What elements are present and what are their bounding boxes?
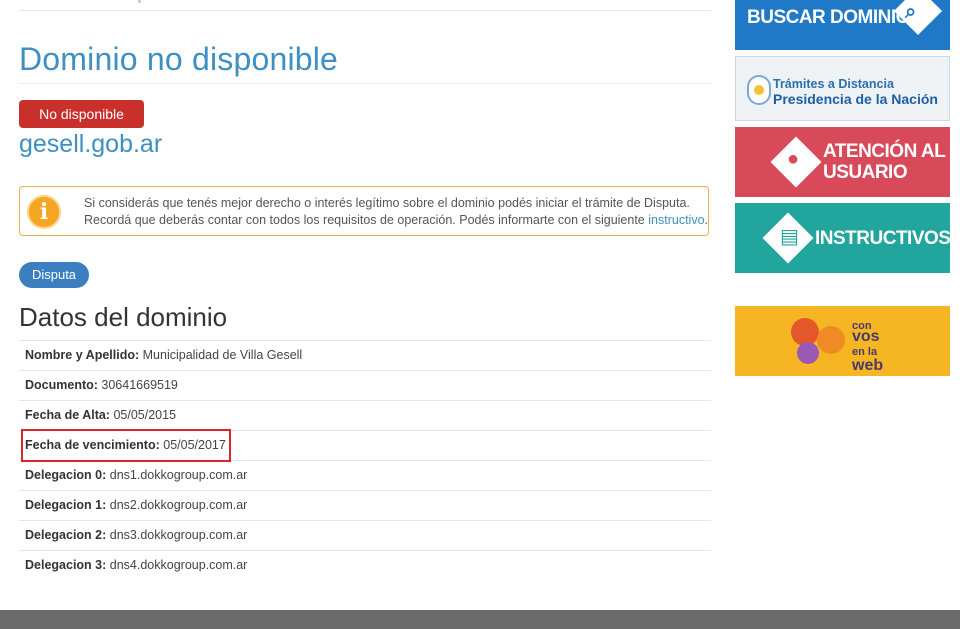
status-badge: No disponible <box>19 100 144 128</box>
buscar-dominios-banner[interactable]: BUSCAR DOMINIOS ⌕ <box>735 0 950 50</box>
table-row: Delegacion 3: dns4.dokkogroup.com.ar <box>19 550 711 580</box>
atencion-line-2: USUARIO <box>823 162 908 183</box>
page-title: Dominio no disponible <box>19 41 339 77</box>
document-icon: ▤ <box>780 226 799 248</box>
atencion-line-1: ATENCIÓN AL <box>823 141 946 162</box>
table-row: Delegacion 2: dns3.dokkogroup.com.ar <box>19 520 711 550</box>
table-row: Documento: 30641669519 <box>19 370 711 400</box>
title-divider <box>19 83 711 84</box>
table-row: Nombre y Apellido: Municipalidad de Vill… <box>19 340 711 370</box>
info-icon: i <box>27 195 61 229</box>
convos-logo-text-main: vos en la web <box>852 328 884 374</box>
tramites-line-2: Presidencia de la Nación <box>773 91 938 107</box>
alert-line-1: Si considerás que tenés mejor derecho o … <box>84 196 690 210</box>
tramites-distancia-banner[interactable]: Trámites a Distancia Presidencia de la N… <box>735 56 950 121</box>
field-label: Fecha de Alta: <box>25 408 110 422</box>
field-value: dns4.dokkogroup.com.ar <box>109 558 248 572</box>
field-label: Delegacion 2: <box>25 528 107 542</box>
footer-bar <box>0 610 960 629</box>
alert-line-2-text: Recordá que deberás contar con todos los… <box>84 213 645 227</box>
instructivos-banner[interactable]: ▤ INSTRUCTIVOS <box>735 203 951 273</box>
field-label: Delegacion 3: <box>25 558 107 572</box>
expiration-highlight-box <box>21 429 231 462</box>
dispute-button[interactable]: Disputa <box>19 262 89 288</box>
argentina-seal-icon <box>747 75 771 105</box>
field-value: 05/05/2015 <box>113 408 177 422</box>
domain-name: gesell.gob.ar <box>19 130 163 158</box>
instructivo-link[interactable]: instructivo <box>648 213 704 227</box>
instructivos-label: INSTRUCTIVOS <box>815 228 951 249</box>
diamond-shape <box>893 0 943 36</box>
tramites-line-1: Trámites a Distancia <box>773 77 894 91</box>
field-label: Nombre y Apellido: <box>25 348 140 362</box>
top-sliver <box>138 0 141 3</box>
atencion-usuario-banner[interactable]: ● ATENCIÓN AL USUARIO <box>735 127 950 197</box>
alert-line-2-suffix: . <box>704 213 709 227</box>
field-value: Municipalidad de Villa Gesell <box>142 348 303 362</box>
convos-word-web: web <box>852 357 884 374</box>
info-alert: i Si considerás que tenés mejor derecho … <box>19 186 709 236</box>
field-value: dns1.dokkogroup.com.ar <box>109 468 248 482</box>
table-row: Delegacion 1: dns2.dokkogroup.com.ar <box>19 490 711 520</box>
alert-line-2: Recordá que deberás contar con todos los… <box>84 212 708 229</box>
con-vos-en-la-web-banner[interactable]: con vos en la web <box>735 306 950 376</box>
table-row: Fecha de Alta: 05/05/2015 <box>19 400 711 430</box>
atencion-label: ATENCIÓN AL USUARIO <box>823 141 946 183</box>
domain-data-heading: Datos del dominio <box>19 302 228 332</box>
face-illustration <box>797 342 819 364</box>
alert-text: Si considerás que tenés mejor derecho o … <box>84 195 708 229</box>
magnifier-icon: ⌕ <box>905 1 917 23</box>
field-label: Documento: <box>25 378 98 392</box>
face-illustration <box>817 326 845 354</box>
field-value: 30641669519 <box>101 378 178 392</box>
field-value: dns3.dokkogroup.com.ar <box>109 528 248 542</box>
user-icon: ● <box>787 148 800 170</box>
convos-word-vos: vos <box>852 328 880 345</box>
top-divider <box>19 10 711 11</box>
field-label: Delegacion 0: <box>25 468 107 482</box>
field-value: dns2.dokkogroup.com.ar <box>109 498 248 512</box>
table-row: Delegacion 0: dns1.dokkogroup.com.ar <box>19 460 711 490</box>
field-label: Delegacion 1: <box>25 498 107 512</box>
